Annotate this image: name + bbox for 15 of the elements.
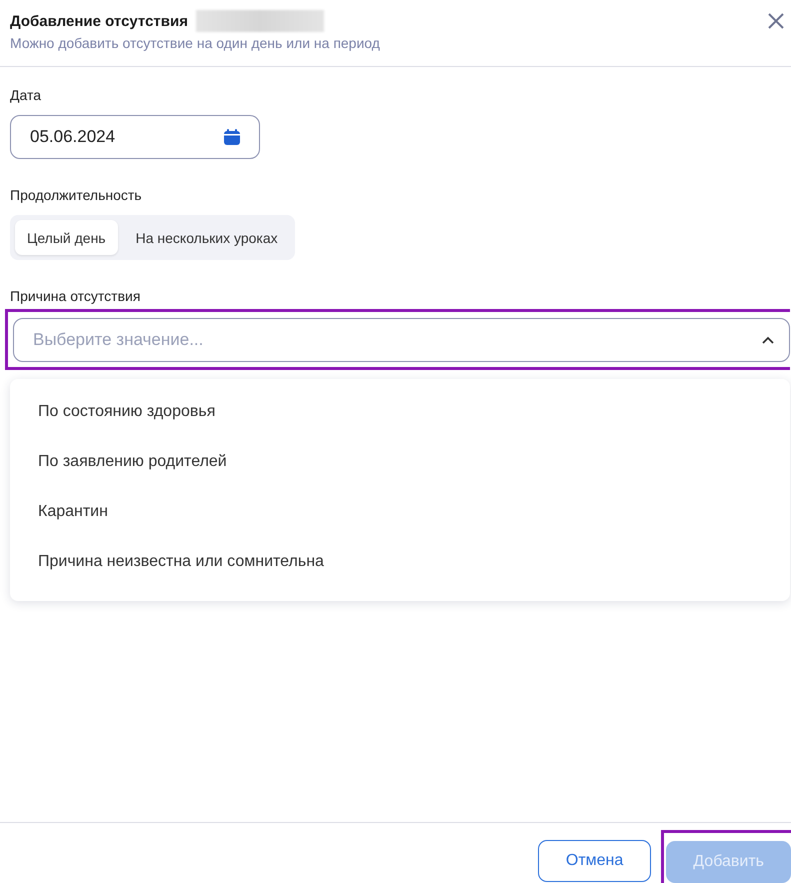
chevron-icon [761, 336, 775, 344]
dialog-subtitle: Можно добавить отсутствие на один день или на период [10, 35, 380, 51]
date-field[interactable]: 05.06.2024 [10, 115, 260, 159]
segment-tab[interactable]: На нескольких уроках [124, 220, 290, 255]
field-label: Дата [10, 87, 42, 103]
calendar-icon[interactable] [223, 128, 241, 146]
menu-option[interactable]: Карантин [10, 487, 790, 537]
field-label: Продолжительность [10, 187, 143, 203]
dialog-title: Добавление отсутствия [10, 12, 188, 30]
menu-option[interactable]: По состоянию здоровья [10, 387, 790, 437]
cancel-button[interactable]: Отмена [538, 840, 652, 882]
segment-tab[interactable]: Целый день [15, 220, 118, 255]
field-label: Причина отсутствия [10, 288, 142, 304]
menu-option[interactable]: По заявлению родителей [10, 437, 790, 487]
menu-option[interactable]: Причина неизвестна или сомнительна [10, 537, 790, 587]
